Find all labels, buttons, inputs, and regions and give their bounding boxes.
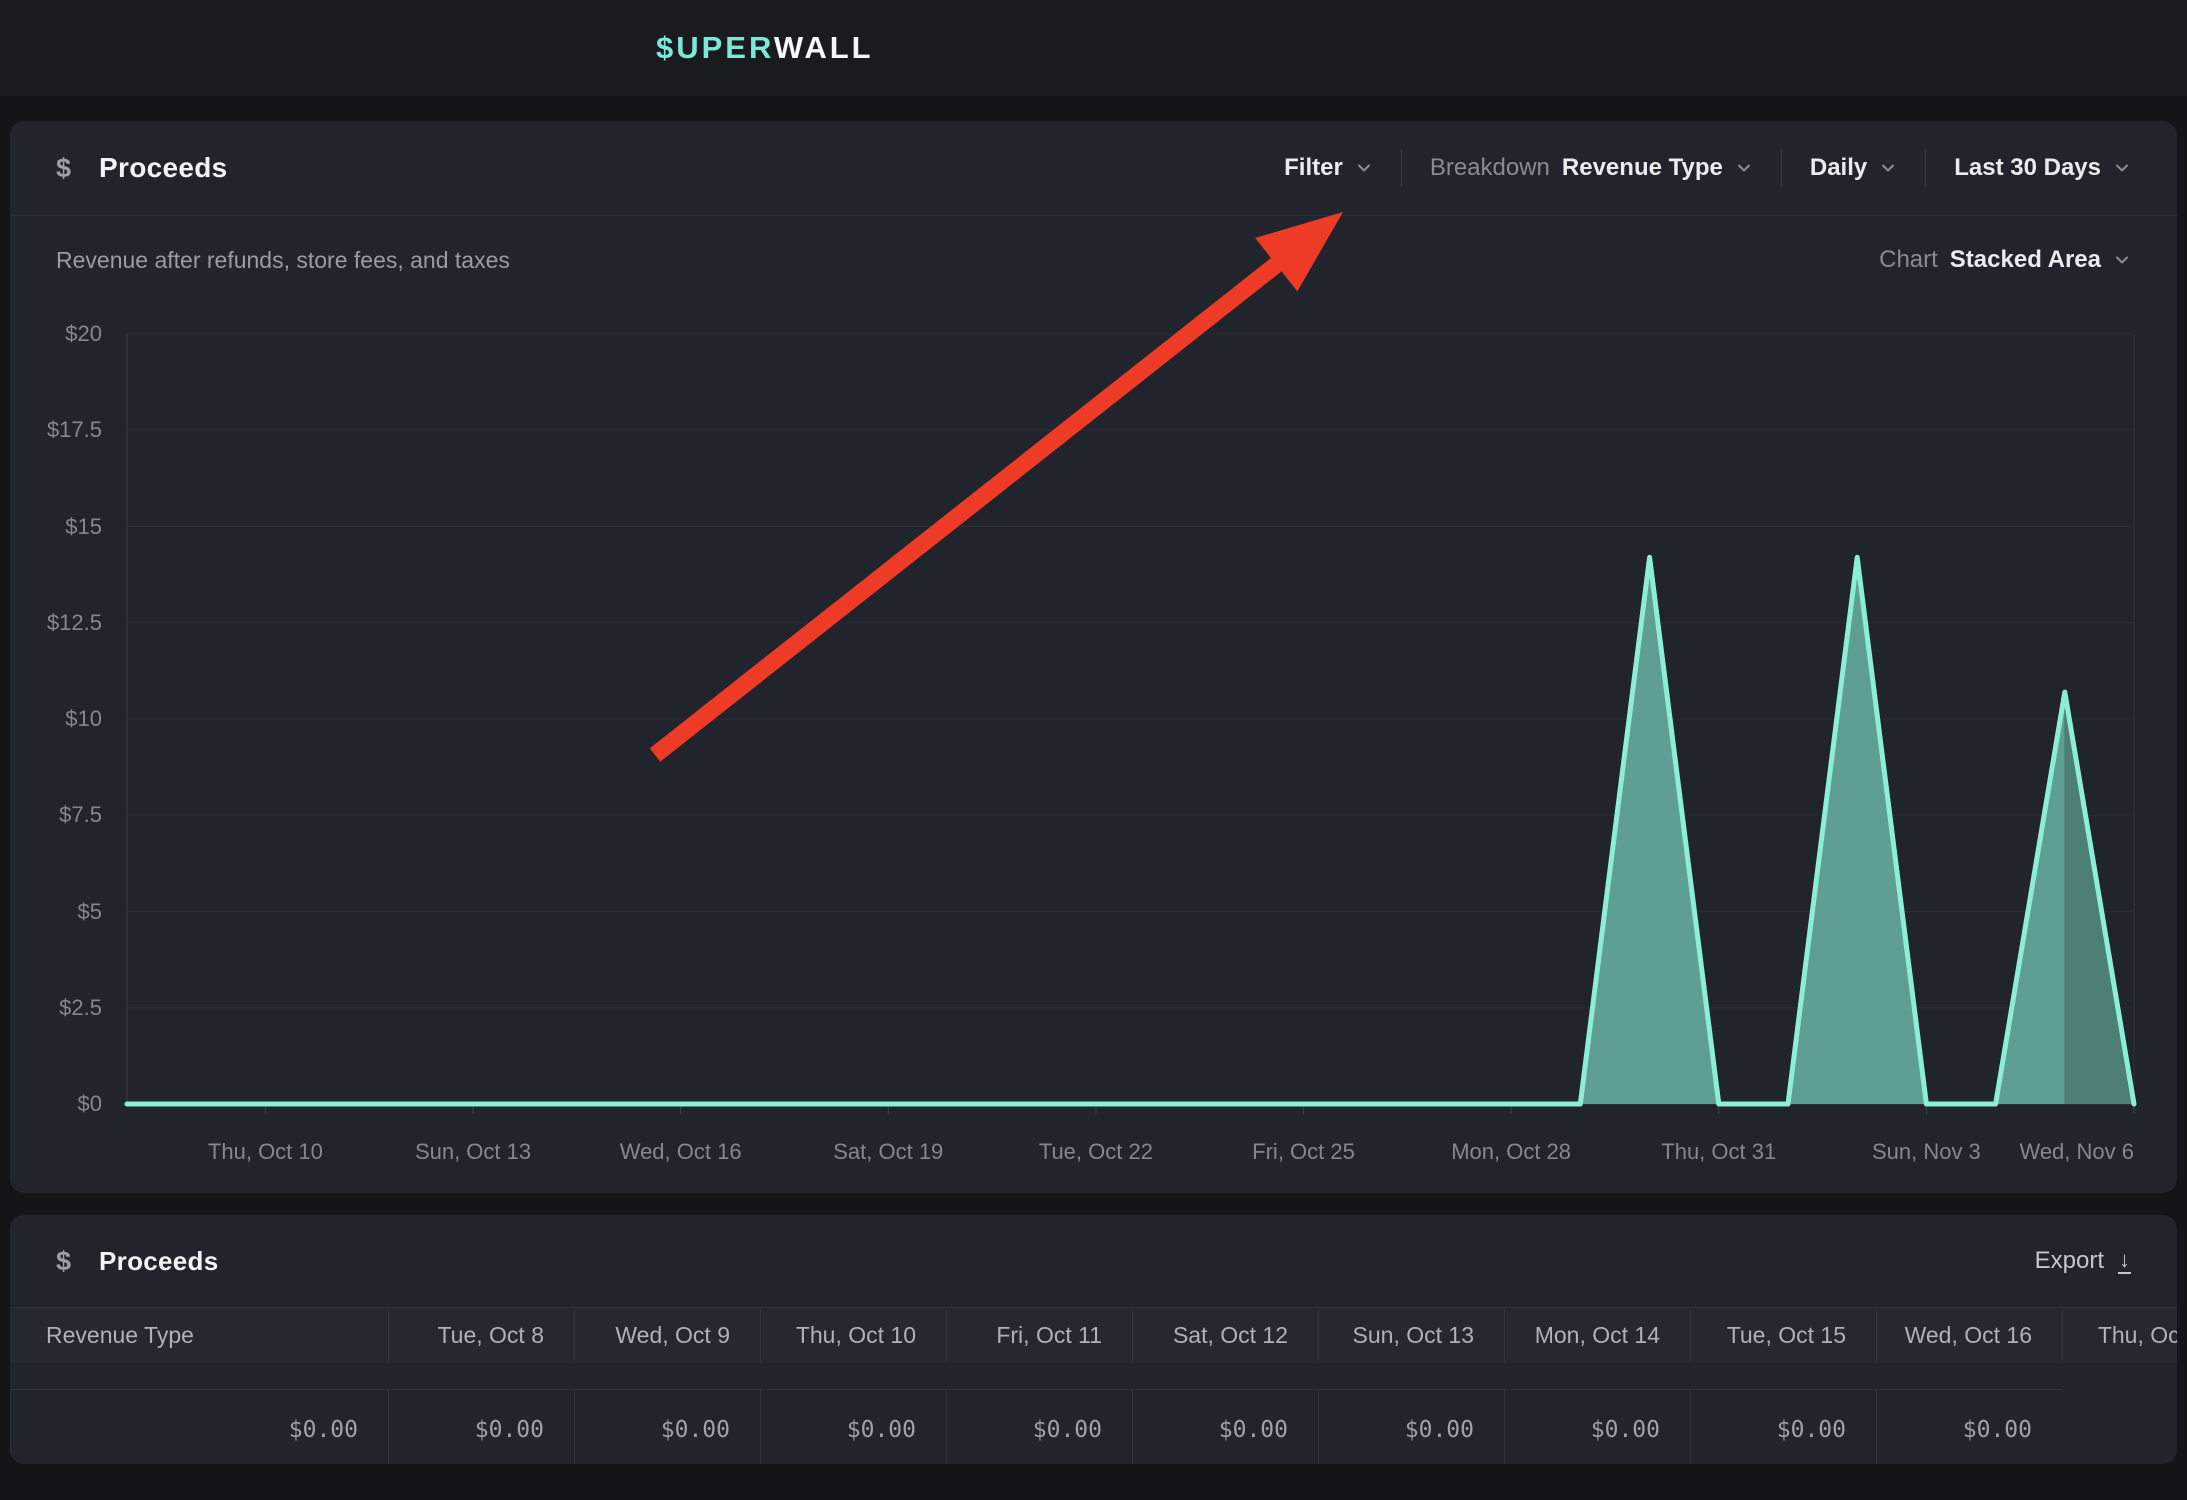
table-panel-header: $ Proceeds Export ↓ <box>10 1215 2177 1308</box>
superwall-logo[interactable]: $UPERWALL <box>656 30 874 66</box>
chart-panel-title: Proceeds <box>99 152 227 184</box>
column-header-date: Thu, Oct 17 <box>2062 1308 2177 1363</box>
x-tick-label: Sun, Oct 13 <box>415 1139 531 1165</box>
y-tick-label: $20 <box>65 321 102 347</box>
chevron-down-icon <box>1735 159 1753 177</box>
column-header-date: Fri, Oct 11 <box>946 1308 1132 1363</box>
x-tick-label: Thu, Oct 31 <box>1661 1139 1776 1165</box>
chart-controls: Filter Breakdown Revenue Type Daily Last… <box>1256 149 2131 187</box>
value-cell: $0.00 <box>1876 1389 2062 1464</box>
breakdown-dropdown[interactable]: Breakdown Revenue Type <box>1402 154 1781 182</box>
chevron-down-icon <box>2113 159 2131 177</box>
proceeds-chart-panel: $ Proceeds Filter Breakdown Revenue Type… <box>10 121 2177 1193</box>
x-tick-label: Thu, Oct 10 <box>208 1139 323 1165</box>
x-tick-label: Wed, Nov 6 <box>2019 1139 2134 1165</box>
column-header-date: Thu, Oct 10 <box>760 1308 946 1363</box>
x-tick-label: Sun, Nov 3 <box>1872 1139 1981 1165</box>
x-tick-label: Sat, Oct 19 <box>833 1139 943 1165</box>
proceeds-table: Revenue TypeTue, Oct 8Wed, Oct 9Thu, Oct… <box>10 1308 2177 1464</box>
column-header-date: Tue, Oct 8 <box>388 1308 574 1363</box>
y-tick-label: $0 <box>78 1091 102 1117</box>
y-tick-label: $12.5 <box>47 610 102 636</box>
chart-panel-header: $ Proceeds Filter Breakdown Revenue Type… <box>10 121 2177 216</box>
dollar-icon: $ <box>56 153 71 184</box>
chart-type-label: Chart <box>1879 246 1938 274</box>
breakdown-label: Breakdown <box>1430 154 1550 182</box>
table-panel-title: Proceeds <box>99 1246 218 1277</box>
x-tick-label: Mon, Oct 28 <box>1451 1139 1571 1165</box>
y-tick-label: $15 <box>65 514 102 540</box>
x-tick-label: Tue, Oct 22 <box>1039 1139 1153 1165</box>
stacked-area-chart <box>127 334 2134 1104</box>
top-bar: $UPERWALL <box>0 0 2187 96</box>
y-tick-label: $10 <box>65 706 102 732</box>
y-tick-label: $5 <box>78 899 102 925</box>
x-axis-labels: Thu, Oct 10 Sun, Oct 13 Wed, Oct 16 Sat, Oc… <box>127 1139 2134 1169</box>
chevron-down-icon <box>1355 159 1373 177</box>
column-header-date: Sun, Oct 13 <box>1318 1308 1504 1363</box>
value-cell: $0.00 <box>1504 1389 1690 1464</box>
value-cell: $0.00 <box>574 1389 760 1464</box>
column-header-date: Wed, Oct 9 <box>574 1308 760 1363</box>
column-header-date: Mon, Oct 14 <box>1504 1308 1690 1363</box>
chart-subtitle: Revenue after refunds, store fees, and t… <box>56 247 510 274</box>
filter-label: Filter <box>1284 154 1343 182</box>
chevron-down-icon <box>2113 251 2131 269</box>
chart-type-value: Stacked Area <box>1950 246 2101 274</box>
chart-plot-area <box>127 334 2134 1116</box>
logo-accent-text: $UPER <box>656 30 774 65</box>
y-tick-label: $17.5 <box>47 417 102 443</box>
granularity-dropdown[interactable]: Daily <box>1782 154 1925 182</box>
y-axis-labels: $0$2.5$5$7.5$10$12.5$15$17.5$20 <box>10 334 102 1104</box>
value-cell: $0.00 <box>946 1389 1132 1464</box>
dollar-icon: $ <box>56 1246 71 1277</box>
date-range-value: Last 30 Days <box>1954 154 2101 182</box>
column-header-date: Wed, Oct 16 <box>1876 1308 2062 1363</box>
date-range-dropdown[interactable]: Last 30 Days <box>1926 154 2131 182</box>
export-button[interactable]: Export ↓ <box>2035 1247 2131 1275</box>
value-cell: $0.00 <box>388 1389 574 1464</box>
column-header-date: Tue, Oct 15 <box>1690 1308 1876 1363</box>
chart-type-dropdown[interactable]: Chart Stacked Area <box>1879 246 2131 274</box>
column-header-date: Sat, Oct 12 <box>1132 1308 1318 1363</box>
filter-dropdown[interactable]: Filter <box>1256 154 1401 182</box>
chevron-down-icon <box>1879 159 1897 177</box>
export-label: Export <box>2035 1247 2104 1275</box>
value-cell: $0.00 <box>10 1389 388 1464</box>
y-tick-label: $2.5 <box>59 995 102 1021</box>
value-cell: $0.00 <box>760 1389 946 1464</box>
granularity-value: Daily <box>1810 154 1867 182</box>
x-tick-label: Wed, Oct 16 <box>620 1139 742 1165</box>
download-icon: ↓ <box>2118 1248 2131 1273</box>
column-header-revenue-type: Revenue Type <box>10 1308 388 1363</box>
y-tick-label: $7.5 <box>59 802 102 828</box>
value-cell: $0.00 <box>1318 1389 1504 1464</box>
value-cell: $0.00 <box>1690 1389 1876 1464</box>
value-cell: $0.00 <box>1132 1389 1318 1464</box>
breakdown-value: Revenue Type <box>1562 154 1723 182</box>
proceeds-table-panel: $ Proceeds Export ↓ Revenue TypeTue, Oct… <box>10 1215 2177 1464</box>
x-tick-label: Fri, Oct 25 <box>1252 1139 1355 1165</box>
logo-rest-text: WALL <box>774 30 874 65</box>
